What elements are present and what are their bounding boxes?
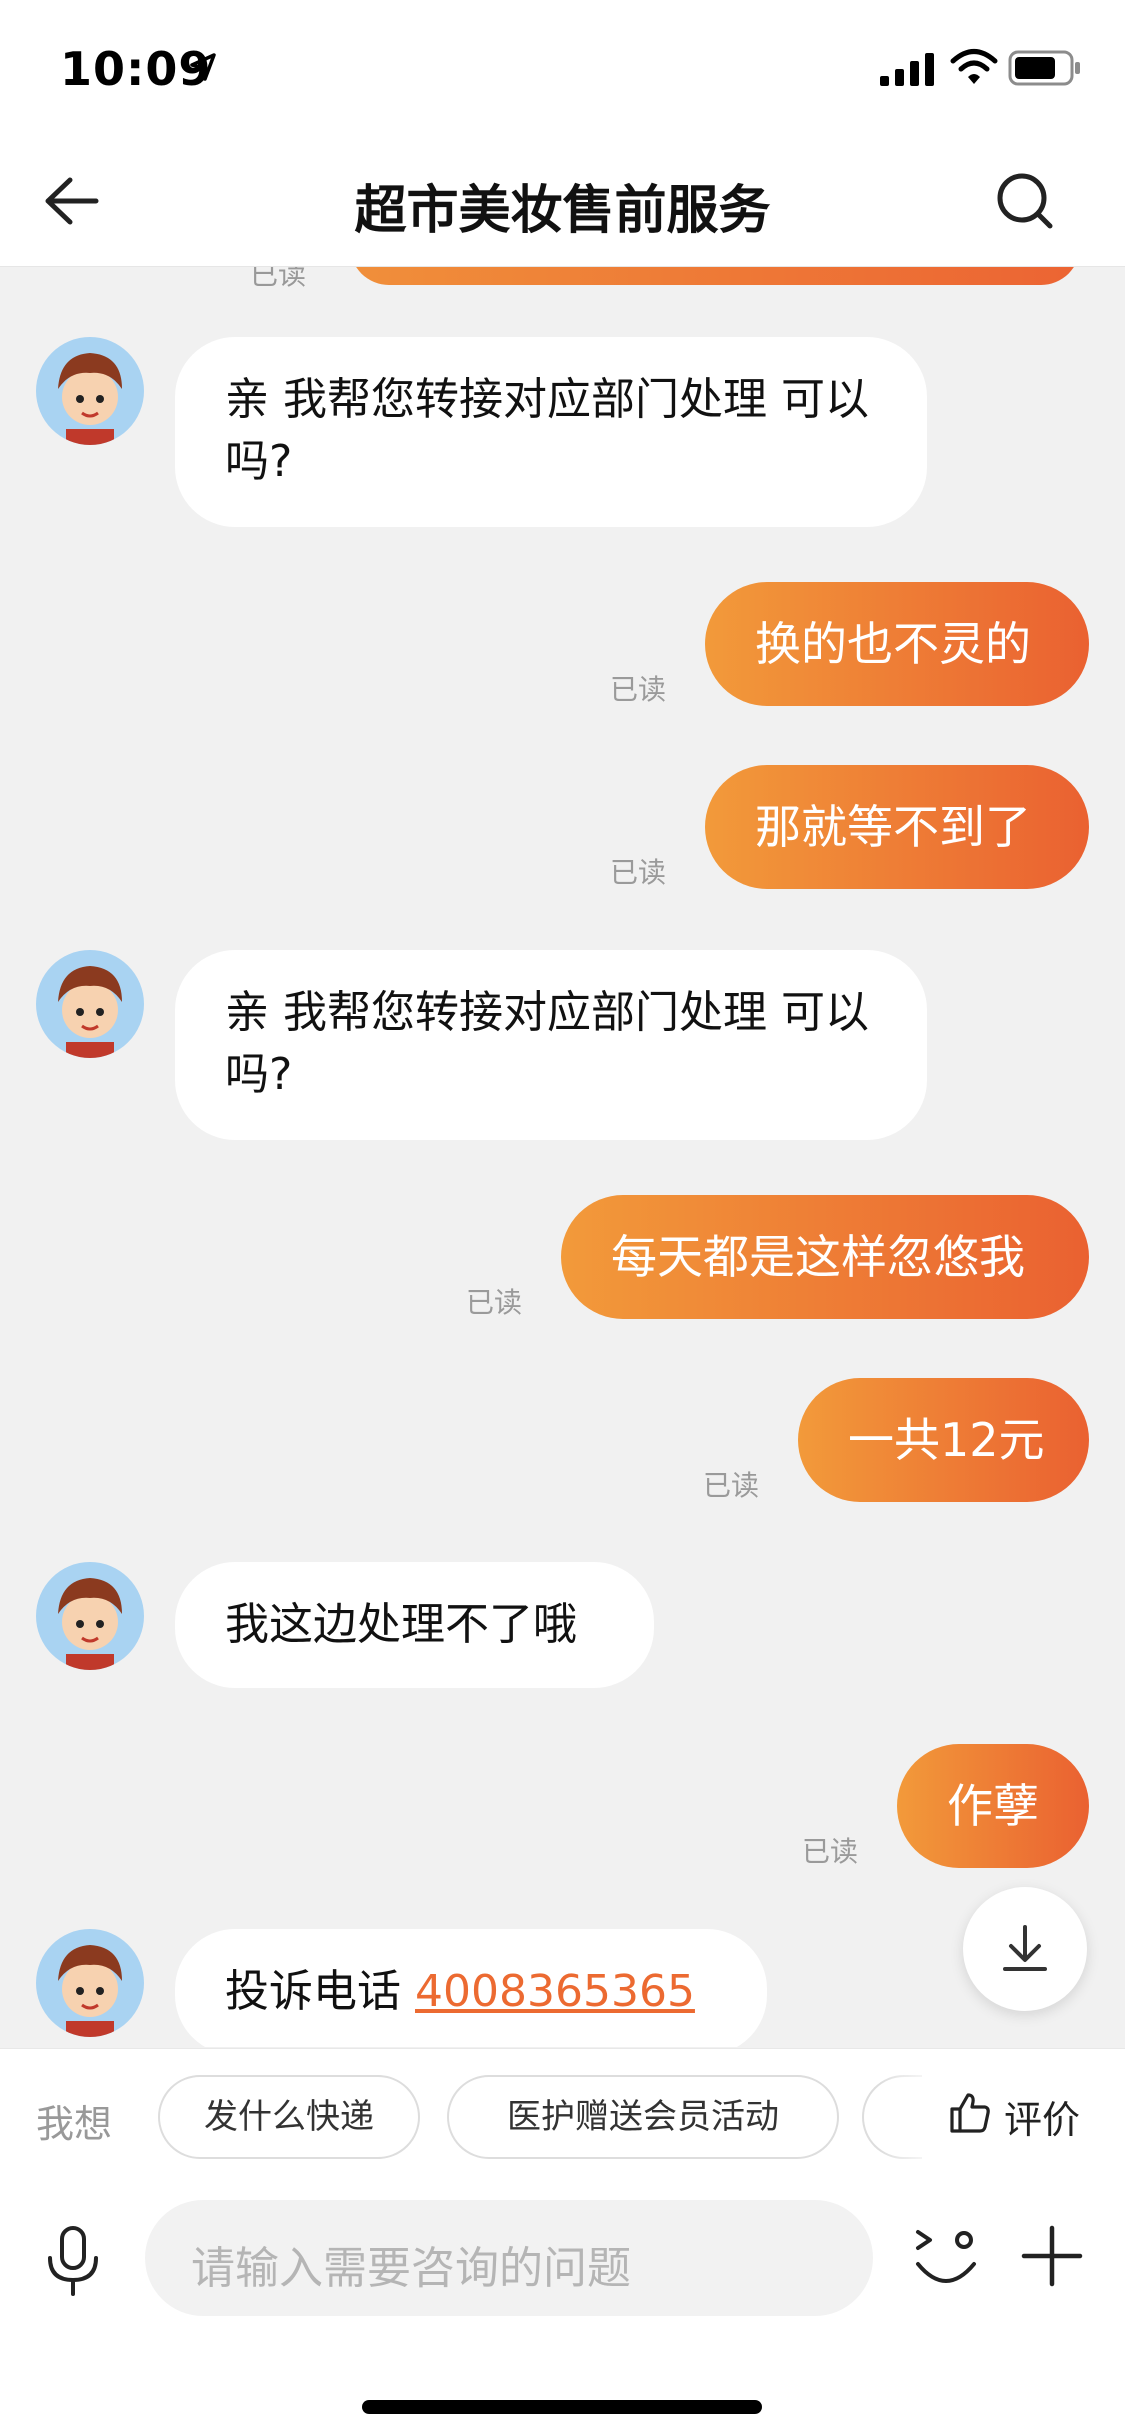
message-bubble-incoming: 亲 我帮您转接对应部门处理 可以吗?	[175, 337, 927, 527]
message-bubble-outgoing: 每天都是这样忽悠我	[561, 1195, 1089, 1319]
cellular-signal-icon	[880, 53, 934, 86]
emoji-face-icon[interactable]	[910, 2222, 982, 2294]
agent-avatar	[36, 337, 144, 445]
plus-icon[interactable]	[1020, 2224, 1084, 2288]
location-arrow-icon	[190, 53, 216, 81]
microphone-icon[interactable]	[38, 2224, 108, 2300]
message-row-outgoing: 已读 作孽	[0, 1744, 1125, 1874]
message-row-outgoing: 已读 每天都是这样忽悠我	[0, 1195, 1125, 1325]
read-receipt: 已读	[250, 267, 307, 291]
message-row-incoming: 我这边处理不了哦	[0, 1562, 1125, 1692]
scroll-to-bottom-button[interactable]	[963, 1887, 1087, 2011]
message-bubble-outgoing: 那就等不到了	[705, 765, 1089, 889]
read-receipt: 已读	[466, 1286, 523, 1319]
thumbs-up-icon	[950, 2093, 990, 2133]
rate-label: 评价	[1004, 2098, 1081, 2142]
message-row-outgoing: 已读 一共12元	[0, 1378, 1125, 1508]
agent-avatar	[36, 1562, 144, 1670]
message-row-incoming: 投诉电话 4008365365	[0, 1929, 1125, 2047]
chat-area[interactable]: 已读 亲 我帮您转接对应部门处理 可以吗? 已读 换的也不灵的 已读 那就等不到…	[0, 267, 1125, 2047]
chip-scroll-fade	[880, 2049, 940, 2189]
quick-reply-label: 我想	[36, 2102, 113, 2146]
page-title: 超市美妆售前服务	[354, 181, 771, 241]
wifi-icon	[950, 49, 998, 84]
back-arrow-icon[interactable]	[36, 166, 106, 236]
navigation-bar: 超市美妆售前服务	[0, 140, 1125, 267]
message-row-incoming: 亲 我帮您转接对应部门处理 可以吗?	[0, 950, 1125, 1150]
message-bubble-incoming: 投诉电话 4008365365	[175, 1929, 767, 2047]
agent-avatar	[36, 1929, 144, 2037]
message-input[interactable]: 请输入需要咨询的问题	[145, 2200, 873, 2316]
agent-avatar	[36, 950, 144, 1058]
search-icon[interactable]	[990, 166, 1060, 236]
message-row-outgoing: 已读 换的也不灵的	[0, 582, 1125, 712]
message-row-outgoing: 已读 那就等不到了	[0, 765, 1125, 895]
battery-icon	[1008, 50, 1080, 86]
complaint-phone-link[interactable]: 4008365365	[415, 1966, 695, 2017]
message-bubble-outgoing: 换的也不灵的	[705, 582, 1089, 706]
quick-reply-chip[interactable]: 发什么快递	[158, 2075, 420, 2159]
message-bubble-cut-off	[350, 267, 1080, 285]
message-bubble-incoming: 亲 我帮您转接对应部门处理 可以吗?	[175, 950, 927, 1140]
read-receipt: 已读	[703, 1469, 760, 1502]
quick-reply-bar: 我想 发什么快递 医护赠送会员活动 评价	[0, 2048, 1125, 2189]
message-bubble-incoming: 我这边处理不了哦	[175, 1562, 654, 1688]
input-bar: 请输入需要咨询的问题	[0, 2188, 1125, 2436]
input-placeholder: 请输入需要咨询的问题	[191, 2243, 631, 2294]
read-receipt: 已读	[610, 673, 667, 706]
read-receipt: 已读	[802, 1835, 859, 1868]
home-indicator	[362, 2400, 762, 2414]
message-bubble-outgoing: 作孽	[897, 1744, 1089, 1868]
status-bar: 10:09	[0, 0, 1125, 140]
message-bubble-outgoing: 一共12元	[798, 1378, 1089, 1502]
message-text: 投诉电话	[225, 1966, 415, 2017]
quick-reply-chip[interactable]: 医护赠送会员活动	[447, 2075, 839, 2159]
message-row-incoming: 亲 我帮您转接对应部门处理 可以吗?	[0, 337, 1125, 537]
download-arrow-icon	[1003, 1925, 1047, 1971]
read-receipt: 已读	[610, 856, 667, 889]
